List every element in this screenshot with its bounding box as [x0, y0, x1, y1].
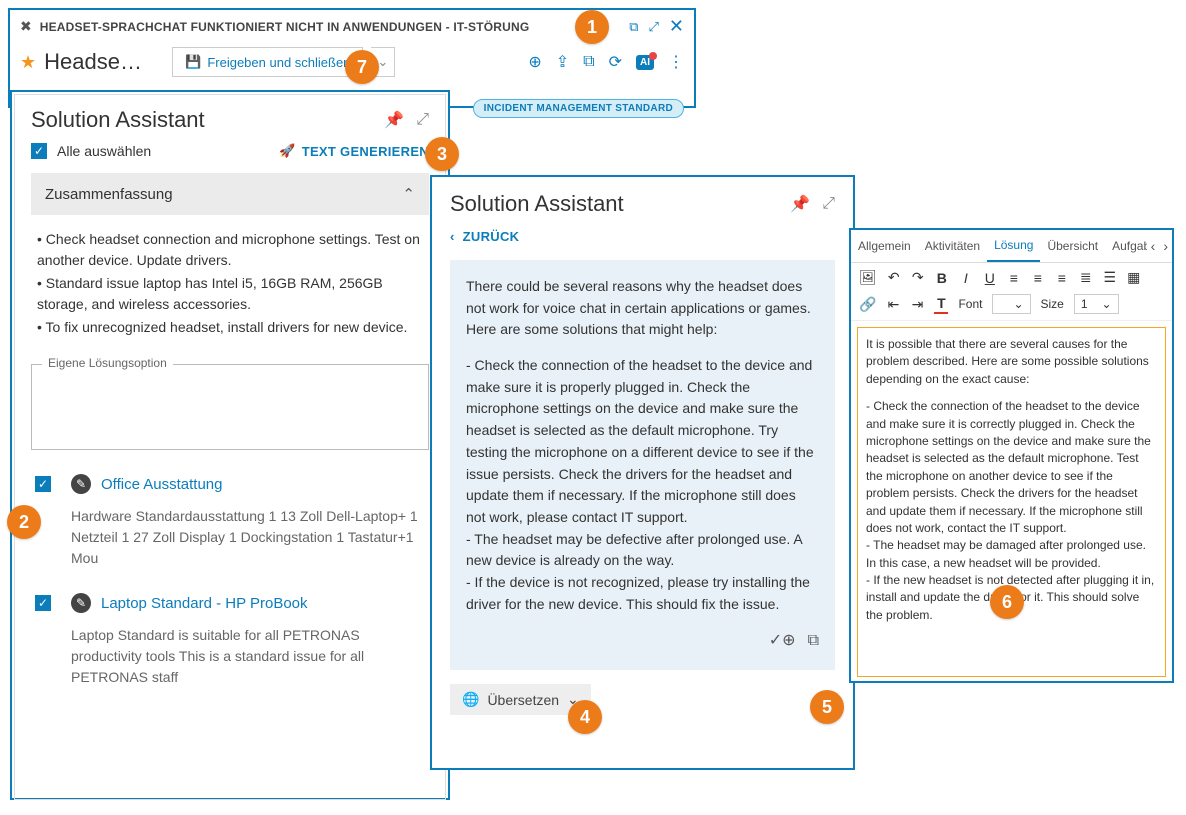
select-all-checkbox[interactable]: ✓ [31, 143, 47, 159]
font-select[interactable]: ⌄ [992, 294, 1030, 314]
rocket-icon: 🚀 [279, 143, 296, 159]
callout-7: 7 [345, 50, 379, 84]
article-icon: ✎ [71, 474, 91, 494]
size-label: Size [1041, 297, 1064, 311]
ai-button[interactable]: AI [636, 55, 654, 70]
share-icon[interactable]: ⇪ [556, 52, 569, 72]
generate-text-button[interactable]: 🚀 TEXT GENERIEREN [279, 143, 429, 159]
summary-body: • Check headset connection and microphon… [31, 215, 429, 354]
translate-icon: 🌐 [462, 691, 479, 708]
expand-icon[interactable]: ⤢ [416, 111, 429, 129]
assistant-title: Solution Assistant [31, 107, 372, 133]
align-right-icon[interactable]: ≡ [1055, 270, 1069, 286]
select-all-label: Alle auswählen [57, 143, 151, 159]
pin-icon[interactable]: 📌 [790, 194, 810, 214]
callout-6: 6 [990, 585, 1024, 619]
callout-2: 2 [7, 505, 41, 539]
refresh-icon[interactable]: ⟳ [609, 52, 622, 72]
kb-item-title[interactable]: Office Ausstattung [101, 476, 222, 493]
duplicate-icon[interactable]: ⧉ [583, 53, 594, 71]
table-icon[interactable]: ▦ [1127, 269, 1141, 286]
copy-icon[interactable]: ⧉ [629, 19, 638, 35]
generated-text-panel: Solution Assistant 📌 ⤢ ‹ ZURÜCK There co… [430, 175, 855, 770]
expand-icon[interactable]: ⤢ [649, 19, 659, 35]
bold-icon[interactable]: B [935, 270, 949, 286]
link-icon[interactable]: 🔗 [859, 296, 876, 313]
tab-allgemein[interactable]: Allgemein [851, 231, 918, 261]
callout-3: 3 [425, 137, 459, 171]
list-ol-icon[interactable]: ≣ [1079, 269, 1093, 286]
chevron-up-icon: ⌃ [402, 185, 415, 203]
close-circle-icon[interactable]: ✖ [20, 18, 32, 35]
kb-item-checkbox[interactable]: ✓ [35, 595, 51, 611]
copy-icon[interactable]: ⧉ [808, 629, 819, 654]
assistant-title: Solution Assistant [450, 191, 778, 217]
incident-heading: Headse… [44, 49, 164, 75]
italic-icon[interactable]: I [959, 270, 973, 286]
tab-prev[interactable]: ‹ [1147, 232, 1160, 260]
outdent-icon[interactable]: ⇤ [886, 296, 900, 313]
article-icon: ✎ [71, 593, 91, 613]
pin-icon[interactable]: 📌 [384, 110, 404, 130]
align-center-icon[interactable]: ≡ [1031, 270, 1045, 286]
tab-aktivitaeten[interactable]: Aktivitäten [918, 231, 987, 261]
redo-icon[interactable]: ↷ [911, 269, 925, 286]
kb-item: ✓ ✎ Laptop Standard - HP ProBook Laptop … [31, 593, 429, 688]
editor-tabs: Allgemein Aktivitäten Lösung Übersicht A… [851, 230, 1172, 263]
add-icon[interactable]: ⊕ [528, 52, 541, 72]
tab-next[interactable]: › [1159, 232, 1172, 260]
richtext-toolbar: 🖼 ↶ ↷ B I U ≡ ≡ ≡ ≣ ☰ ▦ 🔗 ⇤ ⇥ T Font ⌄ S… [851, 263, 1172, 321]
font-label: Font [958, 297, 982, 311]
chevron-left-icon: ‹ [450, 229, 455, 244]
callout-4: 4 [568, 700, 602, 734]
save-close-button[interactable]: 💾 Freigeben und schließen [172, 47, 363, 77]
indent-icon[interactable]: ⇥ [910, 296, 924, 313]
summary-header[interactable]: Zusammenfassung ⌃ [31, 173, 429, 215]
text-color-icon[interactable]: T [934, 295, 948, 314]
more-icon[interactable]: ⋮ [668, 52, 684, 72]
kb-item-desc: Laptop Standard is suitable for all PETR… [71, 625, 425, 688]
align-left-icon[interactable]: ≡ [1007, 270, 1021, 286]
callout-1: 1 [575, 10, 609, 44]
kb-item-title[interactable]: Laptop Standard - HP ProBook [101, 595, 308, 612]
underline-icon[interactable]: U [983, 270, 997, 286]
tab-aufgaben[interactable]: Aufgabe [1105, 231, 1147, 261]
size-select[interactable]: 1⌄ [1074, 294, 1119, 314]
apply-icon[interactable]: ✓⊕ [769, 629, 796, 654]
own-solution-input[interactable]: Eigene Lösungsoption [31, 364, 429, 450]
workflow-pill: INCIDENT MANAGEMENT STANDARD [473, 99, 684, 118]
callout-5: 5 [810, 690, 844, 724]
image-icon[interactable]: 🖼 [859, 269, 877, 286]
save-icon: 💾 [185, 54, 201, 70]
tab-loesung[interactable]: Lösung [987, 230, 1040, 262]
undo-icon[interactable]: ↶ [887, 269, 901, 286]
window-title: HEADSET-SPRACHCHAT FUNKTIONIERT NICHT IN… [40, 20, 621, 34]
list-ul-icon[interactable]: ☰ [1103, 269, 1117, 286]
expand-icon[interactable]: ⤢ [822, 195, 835, 213]
kb-item-desc: Hardware Standardausstattung 1 13 Zoll D… [71, 506, 425, 569]
tab-uebersicht[interactable]: Übersicht [1040, 231, 1105, 261]
star-icon[interactable]: ★ [20, 52, 36, 73]
kb-item: ✓ ✎ Office Ausstattung Hardware Standard… [31, 474, 429, 569]
kb-item-checkbox[interactable]: ✓ [35, 476, 51, 492]
solution-assistant-panel: Solution Assistant 📌 ⤢ ✓ Alle auswählen … [10, 90, 450, 800]
generated-text-box: There could be several reasons why the h… [450, 260, 835, 670]
close-icon[interactable]: ✕ [669, 16, 684, 37]
back-button[interactable]: ‹ ZURÜCK [450, 229, 835, 244]
editor-textarea[interactable]: It is possible that there are several ca… [857, 327, 1166, 677]
